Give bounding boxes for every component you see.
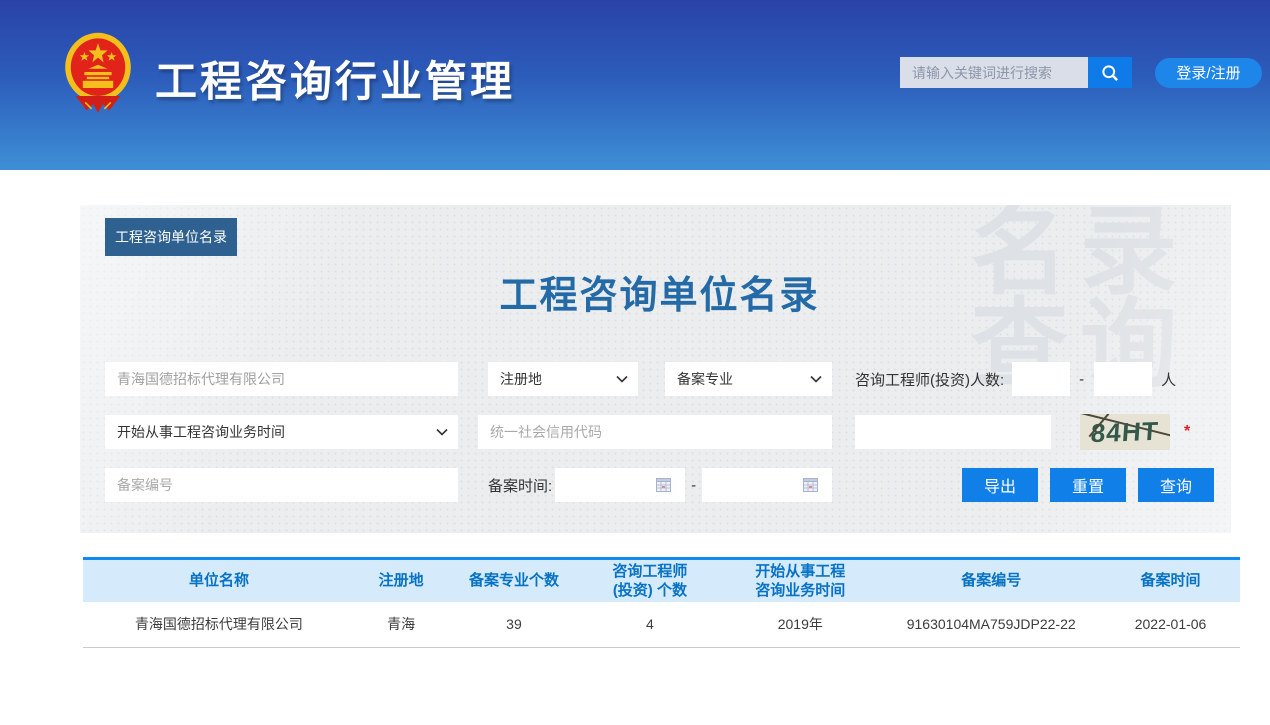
col-engineer-count: 咨询工程师 (投资) 个数 — [580, 559, 719, 602]
col-record-time: 备案时间 — [1101, 559, 1240, 602]
start-business-time-value: 开始从事工程咨询业务时间 — [117, 422, 285, 442]
col-record-number: 备案编号 — [881, 559, 1101, 602]
captcha-image[interactable]: 84HT — [1080, 414, 1170, 450]
cell-registration-place: 青海 — [355, 602, 448, 648]
cell-engineer-count: 4 — [580, 602, 719, 648]
record-time-start-input[interactable] — [555, 468, 685, 502]
chevron-down-icon — [810, 375, 822, 383]
header-actions: 登录/注册 — [900, 57, 1262, 88]
cell-unit-name: 青海国德招标代理有限公司 — [83, 602, 355, 648]
record-time-end-input[interactable] — [702, 468, 832, 502]
reset-button[interactable]: 重置 — [1050, 468, 1126, 502]
cell-specialty-count: 39 — [447, 602, 580, 648]
results-table-header: 单位名称 注册地 备案专业个数 咨询工程师 (投资) 个数 开始从事工程 咨询业… — [83, 559, 1240, 602]
results-table: 单位名称 注册地 备案专业个数 咨询工程师 (投资) 个数 开始从事工程 咨询业… — [83, 557, 1240, 648]
calendar-icon — [656, 478, 671, 492]
form-actions: 导出 重置 查询 — [950, 468, 1214, 502]
range-separator: - — [691, 477, 696, 494]
engineer-count-min-input[interactable] — [1012, 362, 1070, 396]
registration-place-select[interactable]: 注册地 — [488, 362, 638, 396]
engineer-count-label: 咨询工程师(投资)人数: — [855, 369, 1004, 390]
required-asterisk: * — [1184, 423, 1190, 441]
range-separator: - — [1079, 371, 1084, 388]
chevron-down-icon — [436, 428, 448, 436]
col-specialty-count: 备案专业个数 — [447, 559, 580, 602]
record-time-label: 备案时间: — [488, 475, 552, 496]
table-row: 青海国德招标代理有限公司 青海 39 4 2019年 91630104MA759… — [83, 602, 1240, 648]
form-row-3: 备案时间: - 导出 重置 查询 — [105, 468, 1214, 502]
cell-record-time: 2022-01-06 — [1101, 602, 1240, 648]
search-button[interactable] — [1088, 57, 1132, 88]
registration-place-value: 注册地 — [500, 369, 542, 389]
company-name-input[interactable] — [105, 362, 458, 396]
search-input[interactable] — [900, 57, 1088, 88]
national-emblem-logo — [58, 30, 138, 114]
record-number-input[interactable] — [105, 468, 458, 502]
panel-title: 工程咨询单位名录 — [105, 264, 1214, 319]
query-button[interactable]: 查询 — [1138, 468, 1214, 502]
captcha-input[interactable] — [855, 415, 1051, 449]
site-title: 工程咨询行业管理 — [155, 48, 515, 109]
col-start-time: 开始从事工程 咨询业务时间 — [719, 559, 881, 602]
form-row-2: 开始从事工程咨询业务时间 84HT * — [105, 414, 1214, 450]
col-registration-place: 注册地 — [355, 559, 448, 602]
login-register-button[interactable]: 登录/注册 — [1155, 58, 1262, 88]
cell-start-time: 2019年 — [719, 602, 881, 648]
export-button[interactable]: 导出 — [962, 468, 1038, 502]
start-business-time-select[interactable]: 开始从事工程咨询业务时间 — [105, 415, 458, 449]
form-row-1: 注册地 备案专业 咨询工程师(投资)人数: - 人 — [105, 362, 1214, 396]
record-specialty-select[interactable]: 备案专业 — [665, 362, 832, 396]
calendar-icon — [803, 478, 818, 492]
engineer-count-max-input[interactable] — [1094, 362, 1152, 396]
header-search — [900, 57, 1132, 88]
captcha-text: 84HT — [1090, 415, 1160, 448]
person-unit-label: 人 — [1161, 369, 1176, 390]
tab-unit-directory[interactable]: 工程咨询单位名录 — [105, 218, 237, 256]
record-specialty-value: 备案专业 — [677, 369, 733, 389]
col-unit-name: 单位名称 — [83, 559, 355, 602]
chevron-down-icon — [616, 375, 628, 383]
directory-search-panel: 名录 查询 工程咨询单位名录 工程咨询单位名录 注册地 备案专业 咨询工程师(投… — [80, 205, 1231, 533]
credit-code-input[interactable] — [478, 415, 832, 449]
cell-record-number: 91630104MA759JDP22-22 — [881, 602, 1101, 648]
site-header: 工程咨询行业管理 登录/注册 — [0, 0, 1270, 170]
search-icon — [1100, 63, 1120, 83]
